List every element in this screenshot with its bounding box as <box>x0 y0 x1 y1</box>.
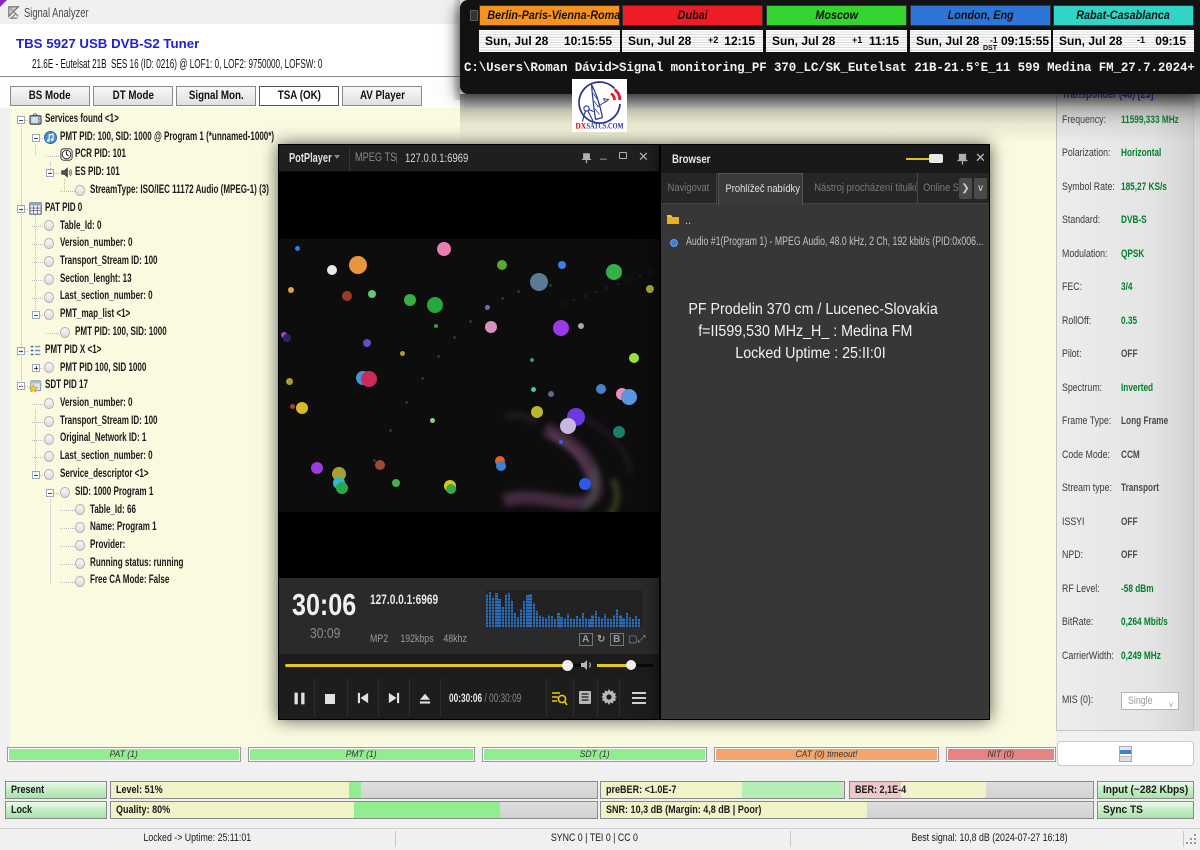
svg-text:SATCS.COM: SATCS.COM <box>587 122 624 131</box>
svg-text:DX: DX <box>576 122 587 131</box>
